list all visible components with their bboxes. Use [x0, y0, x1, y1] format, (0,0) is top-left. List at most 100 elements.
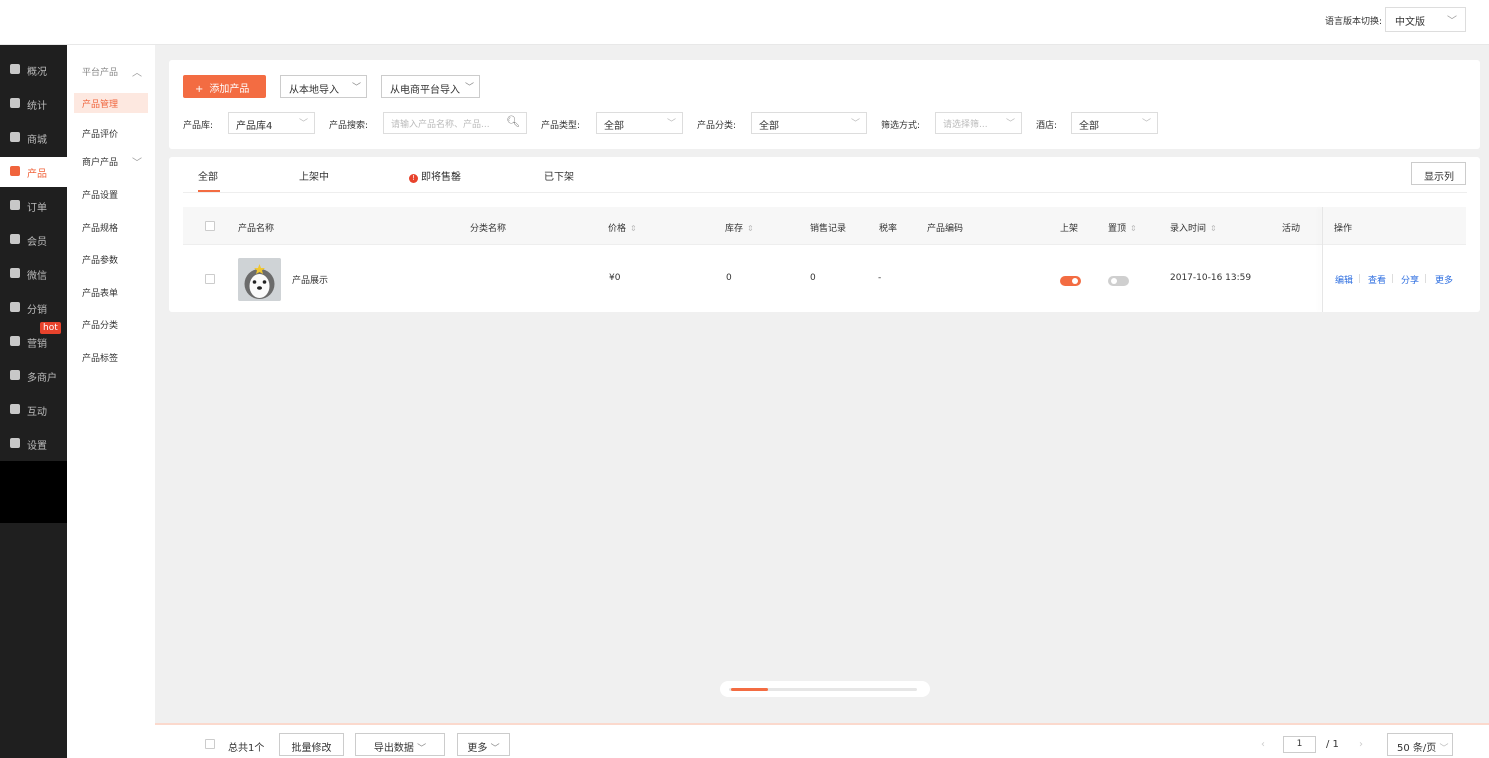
col-ops: 操作	[1334, 224, 1353, 234]
type-label: 产品类型:	[541, 121, 581, 131]
footer-more-button[interactable]: 更多 ﹀	[457, 733, 510, 756]
add-product-button[interactable]: + 添加产品	[183, 75, 266, 98]
show-columns-button[interactable]: 显示列	[1411, 162, 1466, 185]
col-created[interactable]: 录入时间 ⇕	[1170, 221, 1217, 234]
nav-label: 概况	[27, 67, 47, 78]
view-link[interactable]: 查看	[1368, 273, 1386, 286]
interact-icon	[10, 404, 20, 414]
col-stock[interactable]: 库存 ⇕	[725, 221, 754, 234]
nav-item-multi-merchant[interactable]: 多商户	[0, 361, 67, 391]
language-switch-label: 语言版本切换:	[1325, 17, 1383, 27]
nav-item-distribution[interactable]: 分销	[0, 293, 67, 323]
page-size-select[interactable]: 50 条/页 ﹀	[1387, 733, 1453, 756]
hotel-select-value: 全部	[1079, 121, 1099, 132]
warning-icon: !	[409, 174, 418, 183]
shop-icon	[10, 132, 20, 142]
subnav-item-form[interactable]: 产品表单	[82, 286, 118, 299]
type-select[interactable]: 全部 ﹀	[596, 112, 683, 134]
row-price: ¥0	[609, 273, 621, 283]
library-select-value: 产品库4	[236, 121, 273, 132]
nav-item-members[interactable]: 会员	[0, 225, 67, 255]
chevron-down-icon: ﹀	[1439, 744, 1449, 754]
chevron-down-icon: ﹀	[666, 119, 676, 129]
import-platform-button[interactable]: 从电商平台导入 ﹀	[381, 75, 480, 98]
filter-mode-select[interactable]: 请选择筛... ﹀	[935, 112, 1022, 134]
chevron-down-icon: ﹀	[1005, 119, 1015, 129]
col-pinned[interactable]: 置顶 ⇕	[1108, 221, 1137, 234]
edit-link[interactable]: 编辑	[1335, 273, 1353, 286]
row-created-time: 2017-10-16 13:59	[1170, 273, 1252, 283]
nav-label: 订单	[27, 203, 47, 214]
nav-item-marketing[interactable]: 营销	[0, 327, 67, 357]
page-number-input[interactable]: 1	[1283, 736, 1316, 753]
subnav-item-review[interactable]: 产品评价	[82, 127, 118, 140]
chevron-down-icon: ﹀	[298, 119, 308, 129]
op-divider	[1392, 274, 1393, 283]
footer-select-all-checkbox[interactable]	[205, 739, 215, 749]
scrollbar-thumb[interactable]	[731, 688, 768, 691]
nav-label: 互动	[27, 407, 47, 418]
nav-item-wechat[interactable]: 微信	[0, 259, 67, 289]
search-input[interactable]: 请输入产品名称、产品... 🔍︎	[383, 112, 527, 134]
subnav-item-category[interactable]: 产品分类	[82, 318, 118, 331]
product-thumbnail[interactable]	[238, 258, 281, 301]
prev-page-icon[interactable]: ‹	[1261, 739, 1265, 750]
library-select[interactable]: 产品库4 ﹀	[228, 112, 315, 134]
nav-item-settings[interactable]: 设置	[0, 429, 67, 459]
husky-image-icon	[238, 258, 281, 301]
chevron-down-icon: ﹀	[351, 83, 361, 93]
subnav-item-params[interactable]: 产品参数	[82, 253, 118, 266]
language-select[interactable]: 中文版 ﹀	[1385, 7, 1466, 32]
select-all-checkbox[interactable]	[205, 221, 215, 231]
subnav-group-platform[interactable]: 平台产品 ︿	[82, 65, 142, 79]
nav-label: 分销	[27, 305, 47, 316]
nav-label: 会员	[27, 237, 47, 248]
store-icon	[10, 370, 20, 380]
chevron-down-icon: ﹀	[464, 83, 474, 93]
subnav-item-settings[interactable]: 产品设置	[82, 188, 118, 201]
subnav-item-spec[interactable]: 产品规格	[82, 221, 118, 234]
tab-all[interactable]: 全部	[198, 168, 218, 183]
export-data-button[interactable]: 导出数据 ﹀	[355, 733, 445, 756]
hotel-select[interactable]: 全部 ﹀	[1071, 112, 1158, 134]
search-label: 产品搜索:	[329, 121, 369, 131]
more-link[interactable]: 更多	[1435, 273, 1453, 286]
share-link[interactable]: 分享	[1401, 273, 1419, 286]
nav-item-interaction[interactable]: 互动	[0, 395, 67, 425]
sidebar-dark-block	[0, 461, 67, 523]
nav-label: 营销	[27, 339, 47, 350]
row-checkbox[interactable]	[205, 274, 215, 284]
col-price[interactable]: 价格 ⇕	[608, 221, 637, 234]
batch-edit-button[interactable]: 批量修改	[279, 733, 344, 756]
library-label: 产品库:	[183, 121, 214, 131]
total-count: 总共1个	[228, 743, 265, 754]
horizontal-scrollbar[interactable]	[720, 681, 930, 697]
nav-item-overview[interactable]: 概况	[0, 55, 67, 85]
pinned-toggle[interactable]	[1108, 276, 1129, 286]
col-name: 产品名称	[238, 224, 275, 234]
category-select[interactable]: 全部 ﹀	[751, 112, 867, 134]
tab-off-shelf[interactable]: 已下架	[544, 168, 574, 183]
next-page-icon[interactable]: ›	[1359, 739, 1363, 750]
subnav-group-label: 商户产品	[82, 158, 119, 168]
add-product-label: 添加产品	[209, 84, 250, 95]
import-local-button[interactable]: 从本地导入 ﹀	[280, 75, 367, 98]
tab-on-sale[interactable]: 上架中	[299, 168, 329, 183]
row-product-name[interactable]: 产品展示	[292, 273, 328, 286]
main-sidebar: 概况 统计 商城 产品 订单 会员 微信 分销 hot 营销 多商户 互动 设置	[0, 45, 67, 758]
col-tax: 税率	[879, 224, 898, 234]
nav-label: 设置	[27, 441, 47, 452]
subnav-item-manage[interactable]: 产品管理	[74, 93, 148, 113]
nav-item-mall[interactable]: 商城	[0, 123, 67, 153]
nav-label: 多商户	[27, 373, 57, 384]
search-placeholder: 请输入产品名称、产品...	[391, 120, 490, 130]
listed-toggle[interactable]	[1060, 276, 1081, 286]
subnav-group-merchant[interactable]: 商户产品 ﹀	[82, 155, 142, 169]
tab-sold-out-soon[interactable]: ! 即将售罄	[409, 168, 461, 183]
subnav-item-tags[interactable]: 产品标签	[82, 351, 118, 364]
search-icon[interactable]: 🔍︎	[506, 115, 520, 128]
nav-item-orders[interactable]: 订单	[0, 191, 67, 221]
page-size-value: 50 条/页	[1397, 743, 1437, 754]
nav-item-products[interactable]: 产品	[0, 157, 67, 187]
nav-item-stats[interactable]: 统计	[0, 89, 67, 119]
